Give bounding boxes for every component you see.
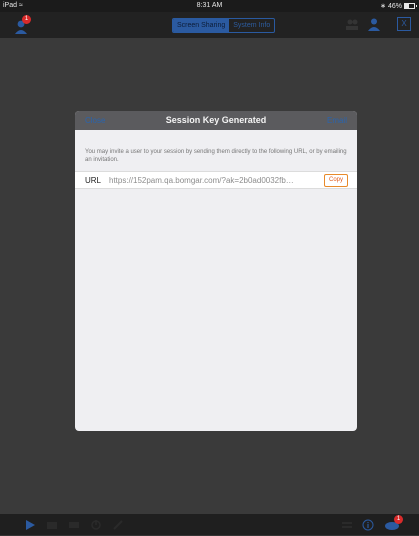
session-users-button[interactable]: [345, 17, 359, 31]
play-icon: [26, 520, 35, 530]
play-button[interactable]: [24, 518, 36, 530]
keyboard-button[interactable]: [68, 518, 80, 530]
tab-system-info[interactable]: System Info: [229, 19, 274, 32]
power-button[interactable]: [90, 518, 102, 530]
battery-percent: 46%: [387, 2, 402, 10]
modal-email-button[interactable]: Email: [327, 116, 347, 125]
alerts-button[interactable]: 1: [14, 14, 36, 36]
list-button[interactable]: [341, 518, 353, 530]
user-button[interactable]: [367, 17, 381, 31]
alert-badge: 1: [22, 15, 31, 24]
clock: 8:31 AM: [196, 2, 223, 9]
user-group-icon: [346, 19, 358, 30]
camera-icon: [47, 522, 57, 529]
tools-button[interactable]: [112, 518, 124, 530]
bluetooth-icon: ∗: [380, 3, 386, 10]
keyboard-icon: [69, 522, 79, 528]
view-segmented-control: Screen Sharing System Info: [172, 18, 276, 33]
list-icon: [342, 522, 352, 528]
url-value[interactable]: https://152pam.qa.bomgar.com/?ak=2b0ad00…: [109, 176, 321, 185]
modal-title: Session Key Generated: [165, 115, 267, 125]
url-label: URL: [85, 176, 102, 185]
tools-icon: [113, 520, 123, 530]
top-toolbar: 1 Screen Sharing System Info X: [0, 12, 419, 38]
battery-icon: [404, 3, 417, 9]
info-icon: [362, 519, 374, 531]
info-button[interactable]: [362, 518, 374, 531]
user-icon: [368, 18, 380, 31]
copy-button[interactable]: Copy: [324, 174, 348, 187]
battery-status: ∗ 46%: [380, 2, 417, 10]
battery-fill: [405, 4, 410, 8]
chat-badge: 1: [394, 515, 403, 524]
chat-button[interactable]: 1: [384, 515, 404, 530]
camera-button[interactable]: [46, 518, 58, 530]
end-session-button[interactable]: X: [397, 17, 411, 31]
bottom-toolbar: 1: [0, 514, 419, 535]
url-row: URL https://152pam.qa.bomgar.com/?ak=2b0…: [75, 171, 357, 189]
modal-header: Close Session Key Generated Email: [75, 111, 357, 130]
status-bar: iPad ≈ 8:31 AM ∗ 46%: [0, 0, 419, 12]
invite-description: You may invite a user to your session by…: [85, 149, 347, 163]
power-icon: [91, 520, 101, 530]
session-key-modal: Close Session Key Generated Email You ma…: [75, 111, 357, 431]
tab-screen-sharing[interactable]: Screen Sharing: [173, 19, 230, 32]
